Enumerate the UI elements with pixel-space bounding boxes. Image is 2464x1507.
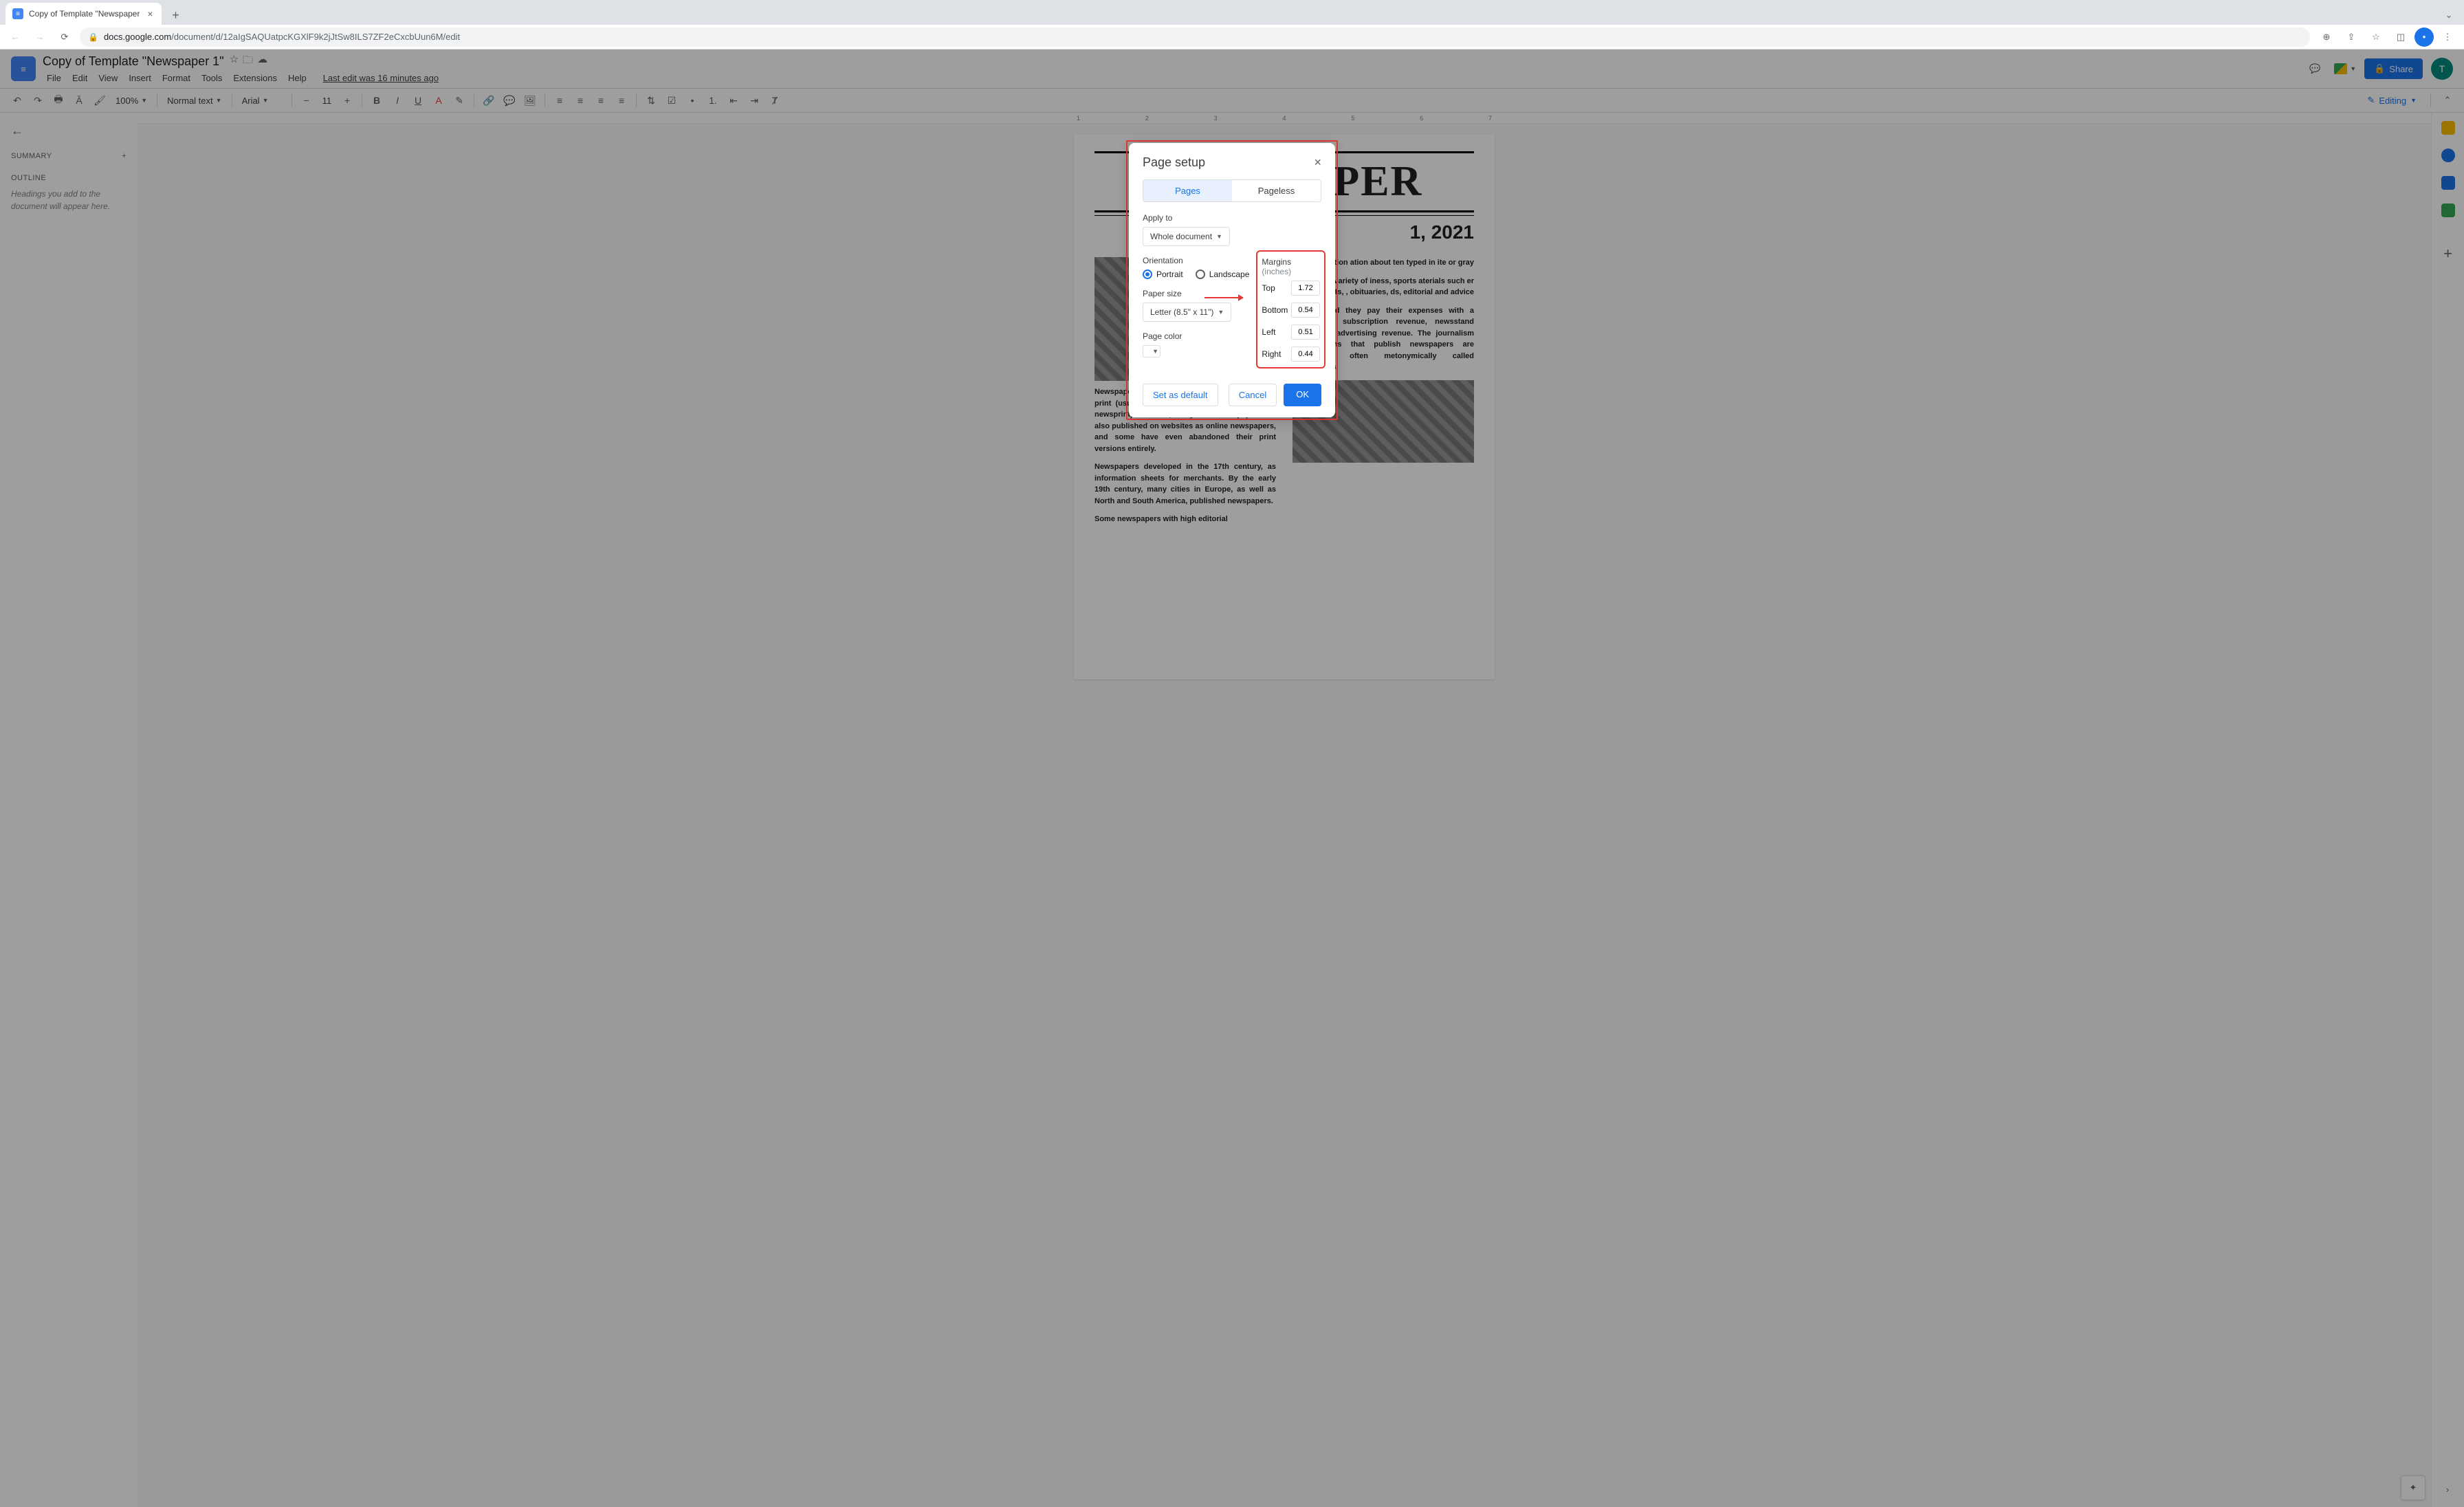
- close-icon[interactable]: ×: [145, 9, 155, 19]
- margin-right-input[interactable]: [1291, 346, 1320, 362]
- dialog-title: Page setup: [1143, 155, 1205, 170]
- bookmark-icon[interactable]: ☆: [2365, 26, 2387, 48]
- tab-pages[interactable]: Pages: [1143, 180, 1232, 201]
- reload-button[interactable]: ⟳: [55, 28, 74, 47]
- page-setup-dialog: Page setup × Pages Pageless Apply to Who…: [1129, 143, 1335, 417]
- orientation-label: Orientation: [1143, 256, 1249, 265]
- tab-title: Copy of Template "Newspaper: [29, 9, 140, 19]
- ok-button[interactable]: OK: [1284, 384, 1321, 406]
- forward-button[interactable]: →: [30, 28, 50, 47]
- margin-left-input[interactable]: [1291, 324, 1320, 340]
- zoom-icon[interactable]: ⊕: [2316, 26, 2338, 48]
- annotation-highlight: Page setup × Pages Pageless Apply to Who…: [1126, 140, 1338, 420]
- page-color-dropdown[interactable]: ▼: [1143, 345, 1160, 358]
- new-tab-button[interactable]: +: [166, 6, 185, 25]
- orientation-portrait-radio[interactable]: Portrait: [1143, 270, 1183, 279]
- annotation-arrow: [1204, 297, 1243, 298]
- paper-size-dropdown[interactable]: Letter (8.5" x 11")▼: [1143, 302, 1231, 322]
- back-button[interactable]: ←: [6, 28, 25, 47]
- profile-avatar[interactable]: •: [2414, 28, 2434, 47]
- dialog-tabs: Pages Pageless: [1143, 179, 1321, 202]
- browser-toolbar: ← → ⟳ 🔒 docs.google.com/document/d/12aIg…: [0, 25, 2464, 50]
- browser-tabstrip: ≡ Copy of Template "Newspaper × + ⌄: [0, 0, 2464, 25]
- address-bar[interactable]: 🔒 docs.google.com/document/d/12aIgSAQUat…: [80, 28, 2310, 47]
- apply-to-label: Apply to: [1143, 213, 1321, 223]
- margins-label: Margins (inches): [1262, 257, 1320, 276]
- docs-app: ≡ Copy of Template "Newspaper 1" ☆ 🗀 ☁ F…: [0, 50, 2464, 1507]
- tab-overflow-button[interactable]: ⌄: [2439, 6, 2458, 25]
- margins-highlight: Margins (inches) Top Bottom Left Right: [1256, 250, 1326, 368]
- tab-pageless[interactable]: Pageless: [1232, 180, 1321, 201]
- page-color-label: Page color: [1143, 331, 1249, 341]
- apply-to-dropdown[interactable]: Whole document▼: [1143, 227, 1230, 246]
- set-as-default-button[interactable]: Set as default: [1143, 384, 1218, 406]
- sidepanel-icon[interactable]: ◫: [2390, 26, 2412, 48]
- close-icon[interactable]: ×: [1314, 155, 1321, 170]
- margin-bottom-input[interactable]: [1291, 302, 1320, 318]
- cancel-button[interactable]: Cancel: [1229, 384, 1277, 406]
- orientation-landscape-radio[interactable]: Landscape: [1196, 270, 1250, 279]
- browser-tab[interactable]: ≡ Copy of Template "Newspaper ×: [6, 3, 162, 25]
- share-page-icon[interactable]: ⇪: [2340, 26, 2362, 48]
- docs-favicon: ≡: [12, 8, 23, 19]
- chrome-menu-icon[interactable]: ⋮: [2436, 26, 2458, 48]
- margin-top-input[interactable]: [1291, 280, 1320, 296]
- lock-icon: 🔒: [88, 32, 98, 42]
